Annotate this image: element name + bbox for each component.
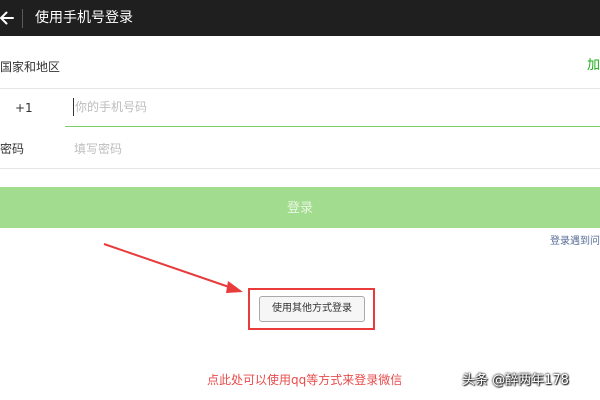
- other-login-button[interactable]: 使用其他方式登录: [259, 296, 365, 322]
- region-value[interactable]: 加: [587, 58, 600, 74]
- phone-input-underline: [65, 126, 600, 127]
- divider: [0, 168, 600, 169]
- text-cursor: [73, 98, 74, 116]
- login-help-link[interactable]: 登录遇到问: [550, 235, 600, 249]
- region-label: 国家和地区: [0, 60, 61, 74]
- region-selector[interactable]: 国家和地区 加: [0, 36, 600, 88]
- title-divider: [22, 9, 23, 28]
- phone-input[interactable]: [75, 98, 375, 116]
- password-label: 密码: [0, 142, 25, 156]
- password-input[interactable]: [74, 140, 374, 158]
- arrow-left-icon[interactable]: [0, 4, 18, 32]
- annotation-text: 点此处可以使用qq等方式来登录微信: [207, 373, 403, 387]
- login-button[interactable]: 登录: [0, 187, 600, 228]
- country-code[interactable]: +1: [15, 100, 33, 116]
- phone-row: +1: [0, 88, 600, 128]
- login-form: 国家和地区 加 +1 密码: [0, 36, 600, 168]
- password-row: 密码: [0, 130, 600, 168]
- watermark: 头条 @醉两年178: [462, 373, 569, 388]
- page-title: 使用手机号登录: [35, 10, 133, 26]
- title-bar: 使用手机号登录: [0, 0, 600, 36]
